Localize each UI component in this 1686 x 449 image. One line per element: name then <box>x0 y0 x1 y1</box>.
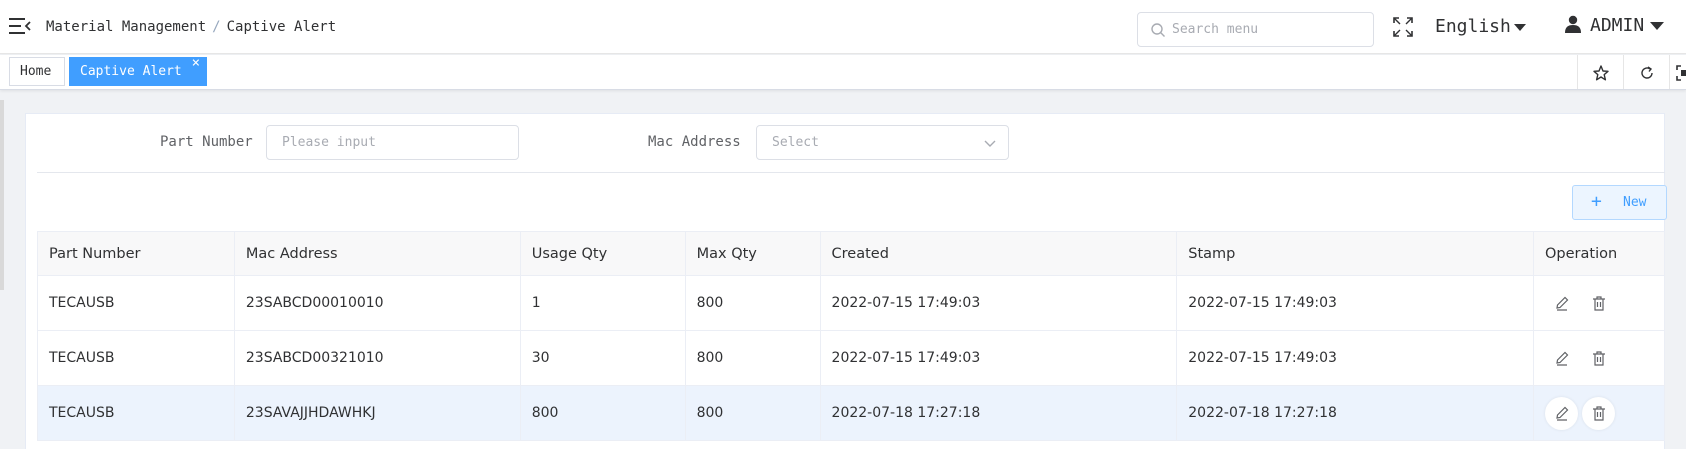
cell-mac-address: 23SABCD00010010 <box>233 275 521 331</box>
expand-button[interactable] <box>1669 55 1686 89</box>
top-header: Material Management / Captive Alert Englis… <box>0 0 1686 54</box>
part-number-field <box>266 125 519 160</box>
table-header-row: Part Number Mac Address Usage Qty Max Qt… <box>37 231 1665 276</box>
caret-down-icon <box>1650 22 1665 30</box>
filter-divider <box>37 172 1665 173</box>
cell-mac-address: 23SAVAJJHDAWHKJ <box>233 385 521 441</box>
delete-button[interactable] <box>1582 396 1616 430</box>
tag-captive-alert[interactable]: Captive Alert × <box>69 55 207 86</box>
cell-part-number: TECAUSB <box>37 275 235 331</box>
new-button[interactable]: + New <box>1572 185 1667 220</box>
edit-button[interactable] <box>1545 396 1578 430</box>
column-header-created[interactable]: Created <box>819 231 1178 276</box>
cell-part-number: TECAUSB <box>37 385 235 441</box>
breadcrumb-item-material-management[interactable]: Material Management <box>46 19 206 35</box>
cell-operation <box>1533 330 1665 386</box>
part-number-input[interactable] <box>267 126 518 159</box>
cell-stamp: 2022-07-18 17:27:18 <box>1176 385 1534 441</box>
chevron-down-icon <box>984 140 996 147</box>
expand-icon <box>1676 65 1686 81</box>
column-header-mac-address[interactable]: Mac Address <box>233 231 521 276</box>
table-row[interactable]: TECAUSB 23SABCD00321010 30 800 2022-07-1… <box>37 330 1665 386</box>
edit-icon <box>1556 406 1569 421</box>
column-header-operation: Operation <box>1533 231 1665 276</box>
delete-icon <box>1593 405 1606 421</box>
cell-max-qty: 800 <box>684 385 821 441</box>
mac-address-input[interactable] <box>757 126 1008 159</box>
table-row[interactable]: TECAUSB 23SABCD00010010 1 800 2022-07-15… <box>37 275 1665 331</box>
tag-home[interactable]: Home <box>9 57 65 86</box>
delete-button[interactable] <box>1582 342 1615 375</box>
column-header-part-number[interactable]: Part Number <box>37 231 235 276</box>
refresh-button[interactable] <box>1623 55 1669 89</box>
cell-stamp: 2022-07-15 17:49:03 <box>1176 275 1534 331</box>
mac-address-label: Mac Address <box>648 134 741 150</box>
tags-view-bar: Home Captive Alert × <box>0 55 1686 90</box>
cell-usage-qty: 800 <box>519 385 686 441</box>
cell-max-qty: 800 <box>684 275 821 331</box>
fullscreen-icon[interactable] <box>1393 17 1413 37</box>
close-icon[interactable]: × <box>192 50 200 77</box>
breadcrumb: Material Management / Captive Alert <box>46 19 336 35</box>
breadcrumb-separator: / <box>212 19 221 35</box>
language-label: English <box>1435 16 1511 37</box>
plus-icon: + <box>1591 191 1602 212</box>
cell-mac-address: 23SABCD00321010 <box>233 330 521 386</box>
user-menu[interactable]: ADMIN <box>1564 15 1665 36</box>
mac-address-select[interactable] <box>756 125 1009 160</box>
cell-created: 2022-07-15 17:49:03 <box>819 275 1178 331</box>
table-row[interactable]: TECAUSB 23SAVAJJHDAWHKJ 800 800 2022-07-… <box>37 385 1665 441</box>
edit-button[interactable] <box>1545 287 1578 320</box>
column-header-stamp[interactable]: Stamp <box>1176 231 1534 276</box>
caret-down-icon <box>1513 23 1526 31</box>
sidebar-edge <box>0 100 4 290</box>
breadcrumb-item-captive-alert: Captive Alert <box>226 19 337 35</box>
main-card: Part Number Mac Address + New Part Numbe… <box>25 113 1667 449</box>
delete-icon <box>1593 295 1606 311</box>
cell-usage-qty: 1 <box>519 275 686 331</box>
cell-stamp: 2022-07-15 17:49:03 <box>1176 330 1534 386</box>
delete-icon <box>1593 350 1606 366</box>
search-icon <box>1151 23 1165 37</box>
tag-home-label: Home <box>20 64 52 79</box>
cell-part-number: TECAUSB <box>37 330 235 386</box>
cell-usage-qty: 30 <box>519 330 686 386</box>
column-header-usage-qty[interactable]: Usage Qty <box>519 231 686 276</box>
cell-max-qty: 800 <box>684 330 821 386</box>
column-header-max-qty[interactable]: Max Qty <box>684 231 821 276</box>
tag-captive-alert-label: Captive Alert <box>80 64 182 79</box>
star-icon <box>1593 65 1609 81</box>
new-button-label: New <box>1623 195 1647 210</box>
menu-fold-icon[interactable] <box>9 16 31 36</box>
part-number-label: Part Number <box>160 134 253 150</box>
captive-alert-table: Part Number Mac Address Usage Qty Max Qt… <box>37 231 1665 441</box>
favorite-button[interactable] <box>1577 55 1623 89</box>
edit-icon <box>1556 296 1569 311</box>
delete-button[interactable] <box>1582 287 1615 320</box>
menu-search-box <box>1137 12 1374 47</box>
user-name: ADMIN <box>1590 15 1645 36</box>
edit-button[interactable] <box>1545 342 1578 375</box>
cell-operation <box>1533 275 1665 331</box>
cell-operation <box>1533 385 1665 441</box>
user-icon <box>1565 15 1581 33</box>
refresh-icon <box>1641 66 1653 79</box>
menu-search-input[interactable] <box>1172 14 1367 45</box>
cell-created: 2022-07-15 17:49:03 <box>819 330 1178 386</box>
edit-icon <box>1556 351 1569 366</box>
cell-created: 2022-07-18 17:27:18 <box>819 385 1178 441</box>
language-select[interactable]: English <box>1435 16 1526 37</box>
